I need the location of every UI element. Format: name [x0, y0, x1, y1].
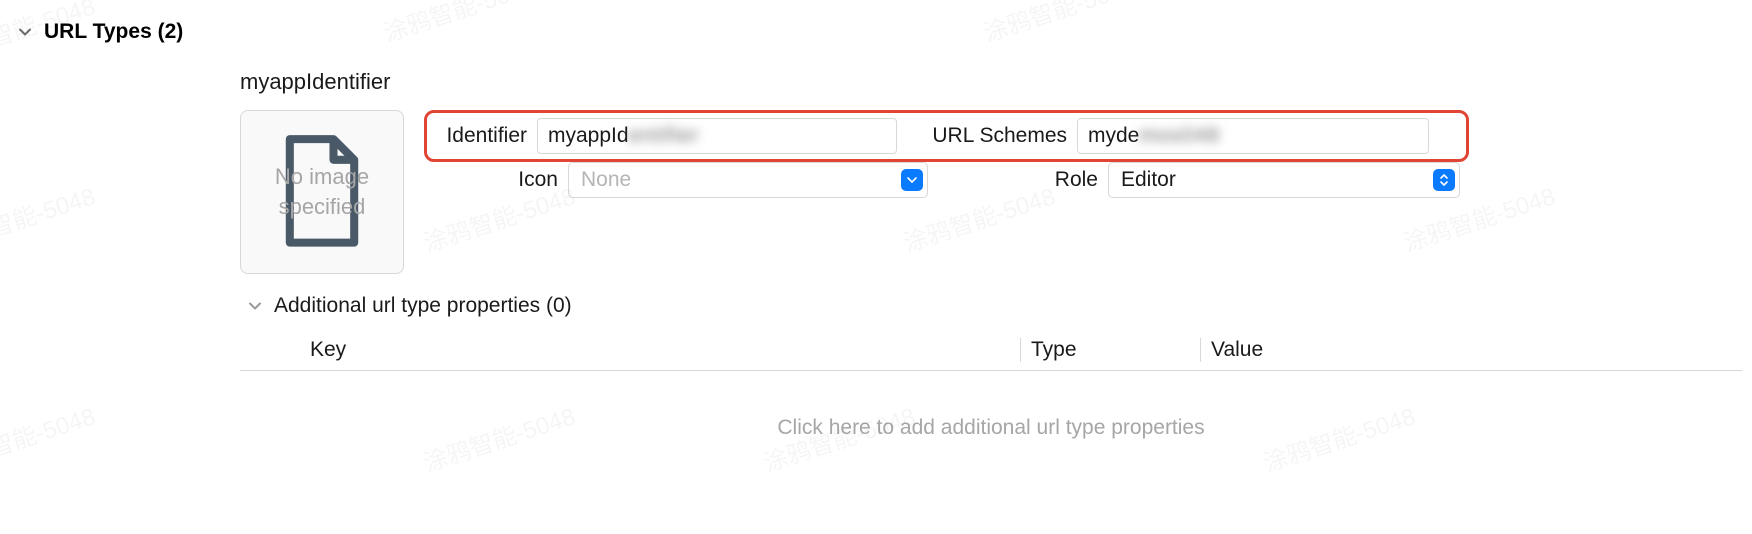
chevron-down-icon: [18, 25, 32, 39]
icon-image-well[interactable]: No image specified: [240, 110, 404, 274]
image-well-text: No image specified: [241, 162, 403, 221]
identifier-input[interactable]: myappIdentifier: [537, 118, 897, 154]
properties-table-header: Key Type Value: [240, 338, 1742, 371]
watermark: 涂鸦智能-5048: [0, 397, 99, 479]
chevron-down-icon: [248, 299, 262, 313]
url-type-name: myappIdentifier: [240, 69, 1742, 95]
empty-table-placeholder[interactable]: Click here to add additional url type pr…: [240, 371, 1742, 460]
url-type-item: myappIdentifier No image specified Ident…: [240, 69, 1742, 460]
identifier-visible-text: myappId: [548, 124, 629, 148]
url-schemes-input[interactable]: mydemos048: [1077, 118, 1429, 154]
icon-combobox[interactable]: None: [568, 162, 928, 198]
role-select[interactable]: Editor: [1108, 162, 1460, 198]
highlighted-fields: Identifier myappIdentifier URL Schemes m…: [424, 110, 1469, 162]
role-label: Role: [948, 168, 1098, 192]
column-value[interactable]: Value: [1200, 338, 1742, 362]
column-type[interactable]: Type: [1020, 338, 1200, 362]
url-schemes-label: URL Schemes: [917, 124, 1067, 148]
chevron-up-down-icon: [1433, 169, 1455, 191]
section-header[interactable]: URL Types (2): [10, 20, 1742, 44]
url-schemes-blurred-text: mos048: [1139, 124, 1220, 148]
additional-properties-header[interactable]: Additional url type properties (0): [240, 294, 1742, 318]
column-key[interactable]: Key: [310, 338, 1020, 362]
identifier-blurred-text: entifier: [629, 124, 700, 148]
additional-properties-section: Additional url type properties (0) Key T…: [240, 294, 1742, 460]
section-title: URL Types (2): [44, 20, 183, 44]
icon-label: Icon: [458, 168, 558, 192]
role-value: Editor: [1121, 168, 1176, 192]
url-schemes-visible-text: myde: [1088, 124, 1139, 148]
chevron-down-icon: [901, 169, 923, 191]
identifier-label: Identifier: [427, 124, 527, 148]
watermark: 涂鸦智能-5048: [0, 177, 99, 259]
additional-properties-title: Additional url type properties (0): [274, 294, 572, 318]
icon-placeholder: None: [581, 168, 631, 192]
